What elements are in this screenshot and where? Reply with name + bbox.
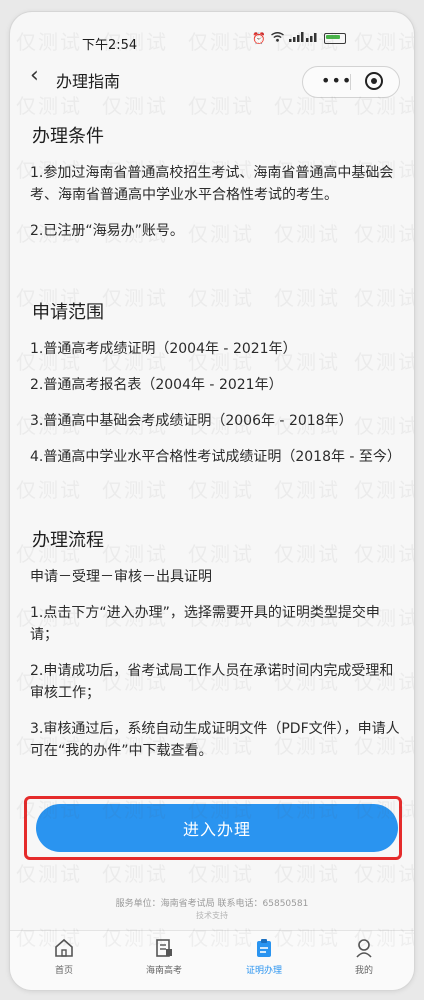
more-dots-icon[interactable]: ••• xyxy=(321,71,352,90)
tab-home[interactable]: 首页 xyxy=(24,937,104,976)
paragraph: 2.已注册“海易办”账号。 xyxy=(30,223,184,239)
footer-note: 服务单位：海南省考试局 联系电话：65850581 xyxy=(115,899,309,909)
tab-mine[interactable]: 我的 xyxy=(324,937,404,976)
document-icon xyxy=(156,939,172,957)
status-bar: 下午2:54 ⏰ xyxy=(10,12,414,60)
wifi-icon xyxy=(270,32,284,45)
mini-program-capsule: ••• xyxy=(302,66,400,98)
paragraph: 3.审核通过后，系统自动生成证明文件（PDF文件），申请人可在“我的办件”中下载… xyxy=(30,721,400,759)
tab-label: 我的 xyxy=(354,966,373,976)
watermark-text: 仅测试 xyxy=(16,862,82,886)
paragraph: 4.普通高中学业水平合格性考试成绩证明（2018年 - 至今） xyxy=(30,449,401,465)
section-scope: 申请范围 1.普通高考成绩证明（2004年 - 2021年） 2.普通高考报名表… xyxy=(30,298,401,482)
tab-label: 首页 xyxy=(54,966,73,976)
home-icon xyxy=(55,938,73,957)
clipboard-icon xyxy=(257,939,271,957)
watermark-text: 仅测试 xyxy=(102,862,168,886)
footer-sub: 技术支持 xyxy=(196,911,228,920)
status-time: 下午2:54 xyxy=(82,38,138,53)
tab-certificate[interactable]: 证明办理 xyxy=(224,937,304,976)
tab-hainan-gaokao[interactable]: 海南高考 xyxy=(124,937,204,976)
section-title: 办理条件 xyxy=(30,122,106,148)
tab-bar: 首页 海南高考 证明办理 我的 xyxy=(10,930,414,990)
alarm-icon: ⏰ xyxy=(252,32,266,45)
enter-process-button[interactable]: 进入办理 xyxy=(36,804,398,852)
section-conditions: 办理条件 1.参加过海南省普通高校招生考试、海南省普通高中基础会考、海南省普通高… xyxy=(30,122,400,256)
paragraph: 1.参加过海南省普通高校招生考试、海南省普通高中基础会考、海南省普通高中学业水平… xyxy=(30,165,394,203)
tab-label: 海南高考 xyxy=(145,966,182,976)
user-icon xyxy=(356,939,372,958)
paragraph: 1.普通高考成绩证明（2004年 - 2021年） xyxy=(30,341,297,357)
paragraph: 2.申请成功后，省考试局工作人员在承诺时间内完成受理和审核工作； xyxy=(30,663,394,701)
page-title: 办理指南 xyxy=(56,72,121,91)
nav-bar: ‹ 办理指南 ••• xyxy=(10,60,414,102)
capsule-divider xyxy=(350,74,351,90)
paragraph: 申请－受理－审核－出具证明 xyxy=(30,569,212,585)
paragraph: 2.普通高考报名表（2004年 - 2021年） xyxy=(30,377,283,393)
back-arrow-icon[interactable]: ‹ xyxy=(30,65,39,87)
section-process: 办理流程 申请－受理－审核－出具证明 1.点击下方“进入办理”，选择需要开具的证… xyxy=(30,526,400,776)
watermark-text: 仅测试 xyxy=(188,862,254,886)
battery-icon xyxy=(323,33,346,44)
status-icons: ⏰ xyxy=(252,32,346,45)
paragraph: 3.普通高中基础会考成绩证明（2006年 - 2018年） xyxy=(30,413,353,429)
paragraph: 1.点击下方“进入办理”，选择需要开具的证明类型提交申请； xyxy=(30,605,380,643)
signal-icon xyxy=(288,32,319,45)
section-title: 办理流程 xyxy=(30,526,106,552)
phone-screen: 下午2:54 ⏰ ‹ 办理指南 ••• 办理条件 1.参加过海南省普通高校招生考… xyxy=(10,12,414,990)
target-icon[interactable] xyxy=(365,72,383,90)
watermark-text: 仅测试 xyxy=(274,862,340,886)
section-title: 申请范围 xyxy=(30,298,106,324)
tab-label: 证明办理 xyxy=(245,966,282,976)
watermark-text: 仅测试 xyxy=(354,862,414,886)
